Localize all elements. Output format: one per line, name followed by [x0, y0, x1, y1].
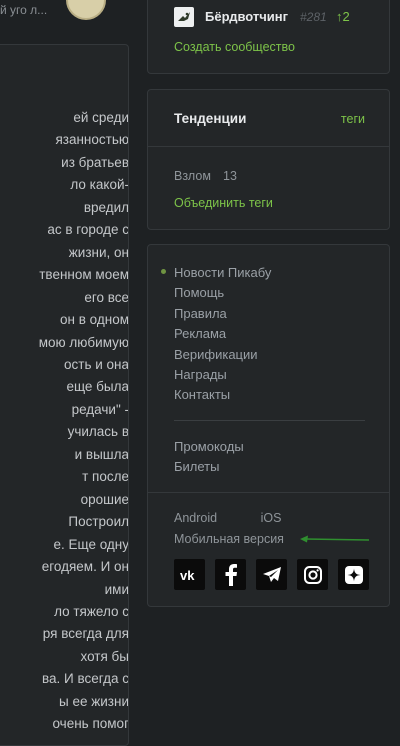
trends-header: Тенденции теги — [148, 90, 389, 147]
article-line: и вышла — [74, 446, 129, 462]
avatar[interactable] — [66, 0, 106, 20]
footer-links-panel: Новости Пикабу Помощь Правила Реклама Ве… — [147, 244, 390, 607]
app-links: Android iOS — [174, 511, 281, 525]
active-dot-icon — [161, 269, 166, 274]
article-line: т после — [82, 469, 129, 485]
android-link[interactable]: Android — [174, 511, 217, 525]
footer-menu: Новости Пикабу Помощь Правила Реклама Ве… — [174, 263, 271, 406]
article-line: ло тяжело с — [54, 603, 129, 619]
mobile-version-link[interactable]: Мобильная версия — [174, 532, 284, 546]
article-line: очень помог — [52, 716, 129, 732]
article-line: ость и она — [64, 356, 129, 372]
footer-menu-secondary: Промокоды Билеты — [174, 437, 244, 478]
community-up: ↑2 — [336, 9, 350, 24]
ios-link[interactable]: iOS — [261, 511, 282, 525]
svg-text:vk: vk — [180, 569, 195, 581]
create-community-link[interactable]: Создать сообщество — [174, 40, 295, 54]
zen-icon[interactable] — [338, 559, 369, 590]
telegram-icon[interactable] — [256, 559, 287, 590]
article-line: мою любимую — [38, 334, 129, 350]
menu-item-help[interactable]: Помощь — [174, 283, 271, 303]
article-line: ей среди — [73, 110, 129, 125]
article-line: ва. И всегда с — [42, 671, 129, 687]
article-line: ы ее жизни — [59, 693, 129, 709]
top-snippet: й уго л... — [0, 3, 48, 17]
trend-item-count: 13 — [223, 169, 237, 183]
trends-panel: Тенденции теги Взлом 13 Объединить теги — [147, 89, 390, 230]
community-name[interactable]: Бёрдвотчинг — [205, 9, 288, 24]
community-panel: Бёрдвотчинг #281 ↑2 Создать сообщество — [147, 0, 390, 74]
tags-link[interactable]: теги — [341, 112, 365, 126]
menu-item-rules[interactable]: Правила — [174, 304, 271, 324]
menu-item-verification[interactable]: Верификации — [174, 345, 271, 365]
community-rank: #281 — [300, 10, 327, 24]
menu-item-news[interactable]: Новости Пикабу — [174, 263, 271, 283]
article-line: его все — [84, 289, 129, 305]
article-line: еще была — [66, 379, 129, 395]
article-line: твенном моем — [39, 267, 129, 283]
article-line: он в одном — [60, 312, 129, 328]
social-icons: vk — [174, 559, 369, 590]
article-line: редачи" - — [71, 401, 129, 417]
menu-item-promocodes[interactable]: Промокоды — [174, 437, 244, 457]
article-line: Построил — [68, 514, 129, 530]
article-line: ас в городе с — [47, 222, 129, 238]
merge-tags-link[interactable]: Объединить теги — [174, 196, 273, 210]
trend-item-name[interactable]: Взлом — [174, 169, 211, 183]
menu-item-contacts[interactable]: Контакты — [174, 385, 271, 405]
article-line: ло какой- — [70, 177, 129, 193]
bird-icon[interactable] — [174, 7, 194, 27]
arrow-left-icon — [300, 535, 370, 543]
menu-item-awards[interactable]: Награды — [174, 365, 271, 385]
facebook-icon[interactable] — [215, 559, 246, 590]
trends-title: Тенденции — [174, 111, 247, 126]
article-line: из братьев — [61, 154, 129, 170]
article-line: е. Еще одну — [53, 536, 129, 552]
article-card: ей среди язанностью из братьев ло какой-… — [0, 44, 129, 746]
divider — [174, 420, 365, 421]
menu-item-tickets[interactable]: Билеты — [174, 457, 244, 477]
article-line: язанностью — [55, 132, 129, 148]
article-line: егодяем. И он — [41, 559, 129, 575]
article-line: ими — [104, 581, 129, 597]
article-line: ря всегда для — [42, 626, 129, 642]
article-line: жизни, он — [68, 244, 129, 260]
divider — [148, 492, 389, 493]
article-line: вредил — [83, 199, 129, 215]
article-line: орошие — [80, 491, 129, 507]
menu-item-ads[interactable]: Реклама — [174, 324, 271, 344]
article-line: училась в — [67, 424, 129, 440]
article-line: хотя бы — [80, 648, 129, 664]
vk-icon[interactable]: vk — [174, 559, 205, 590]
article-text: ей среди язанностью из братьев ло какой-… — [0, 107, 129, 736]
instagram-icon[interactable] — [297, 559, 328, 590]
community-up-count: 2 — [342, 9, 350, 24]
